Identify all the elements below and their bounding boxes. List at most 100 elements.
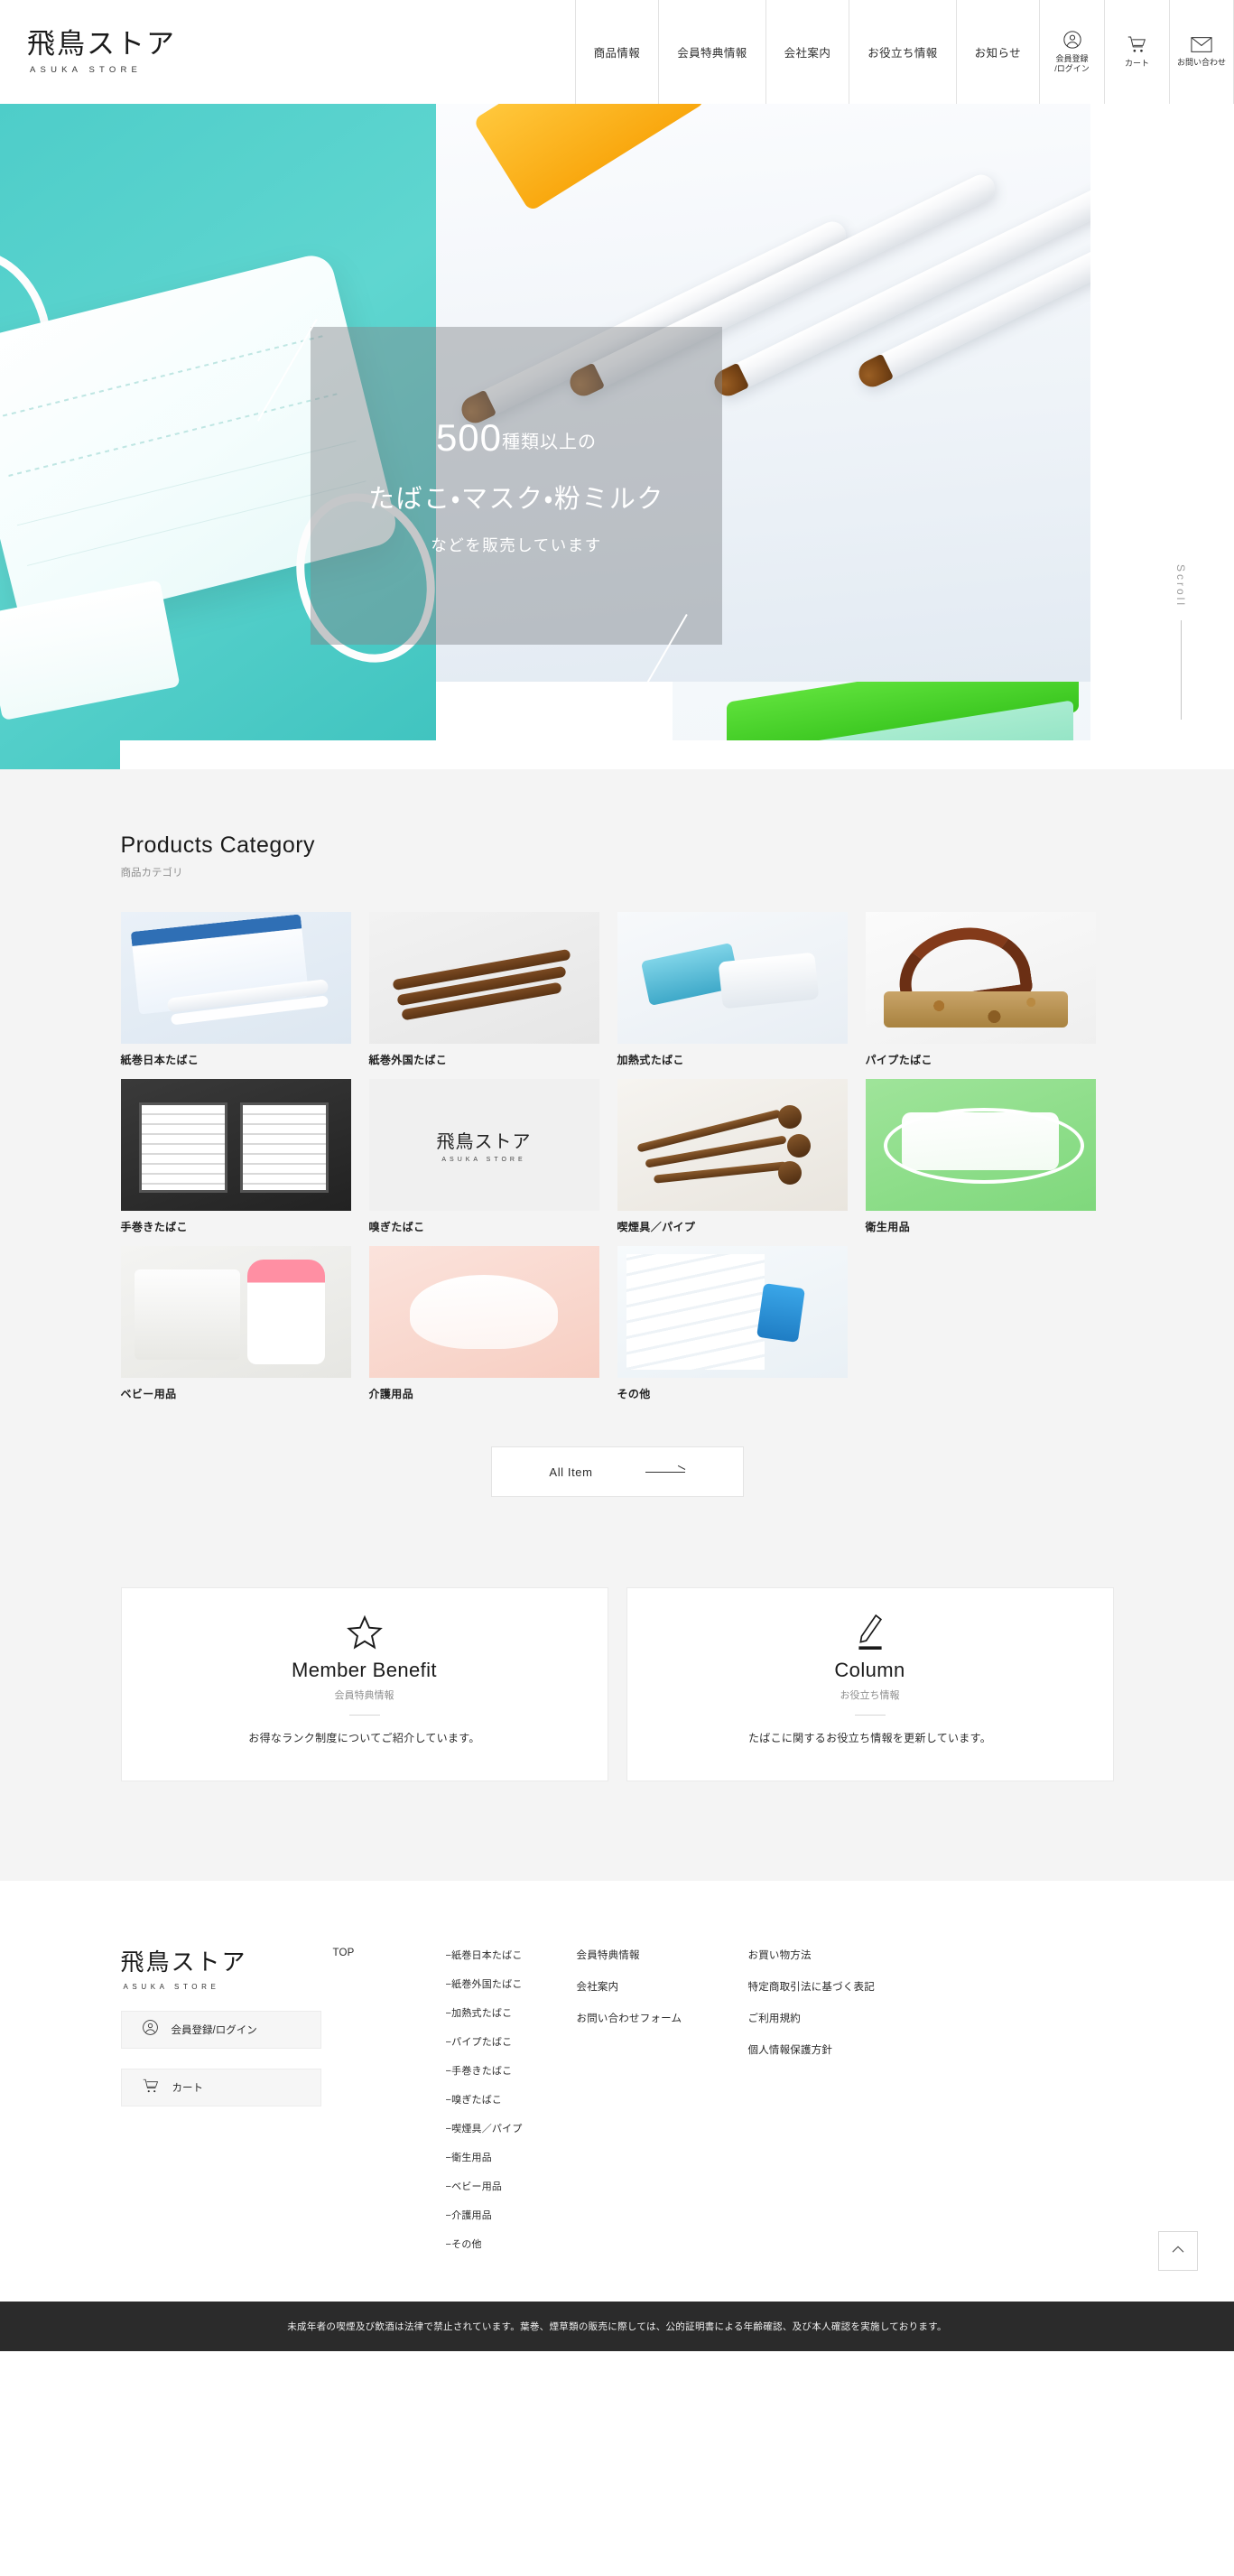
footer-link-shopping-guide[interactable]: お買い物方法 bbox=[748, 1948, 947, 1962]
feature-card-column[interactable]: Column お役立ち情報 たばこに関するお役立ち情報を更新しています。 bbox=[626, 1587, 1114, 1781]
category-card-paper-foreign[interactable]: 紙巻外国たばこ bbox=[368, 912, 599, 1067]
category-label: パイプたばこ bbox=[865, 1054, 932, 1066]
category-grid: 紙巻日本たばこ 紙巻外国たばこ 加熱式たばこ パイプたばこ 手巻きたばこ 飛鳥ス… bbox=[120, 912, 1114, 1401]
category-card-baby[interactable]: ベビー用品 bbox=[120, 1246, 351, 1401]
products-subtitle: 商品カテゴリ bbox=[120, 868, 183, 879]
feature-cards: Member Benefit 会員特典情報 お得なランク制度についてご紹介してい… bbox=[120, 1587, 1114, 1881]
category-card-pipe-tobacco[interactable]: パイプたばこ bbox=[865, 912, 1096, 1067]
site-logo[interactable]: 飛鳥ストア ASUKA STORE bbox=[0, 0, 406, 104]
category-thumbnail bbox=[368, 1246, 599, 1378]
category-card-hygiene[interactable]: 衛生用品 bbox=[865, 1079, 1096, 1234]
footer-link-category[interactable]: −嗅ぎたばこ bbox=[446, 2092, 577, 2106]
disclaimer-text: 未成年者の喫煙及び飲酒は法律で禁止されています。葉巻、煙草類の販売に際しては、公… bbox=[287, 2321, 947, 2332]
mail-icon bbox=[1191, 36, 1212, 53]
footer-link-member-benefits[interactable]: 会員特典情報 bbox=[577, 1948, 748, 1962]
arrow-right-icon bbox=[645, 1471, 685, 1473]
nav-item-news[interactable]: お知らせ bbox=[955, 0, 1039, 104]
all-item-label: All Item bbox=[549, 1465, 593, 1479]
category-label: 紙巻外国たばこ bbox=[368, 1054, 448, 1066]
category-thumbnail bbox=[120, 1079, 351, 1211]
feature-card-member-benefit[interactable]: Member Benefit 会員特典情報 お得なランク制度についてご紹介してい… bbox=[120, 1587, 608, 1781]
scroll-line bbox=[1180, 620, 1182, 721]
hero-headline-1: 500種類以上の bbox=[435, 415, 598, 459]
main-navigation: 商品情報 会員特典情報 会社案内 お役立ち情報 お知らせ 会員登録/ログイン カ… bbox=[574, 0, 1234, 104]
footer-link-privacy[interactable]: 個人情報保護方針 bbox=[748, 2042, 947, 2057]
category-label: 手巻きたばこ bbox=[120, 1221, 188, 1233]
scroll-indicator: Scroll bbox=[1174, 564, 1187, 721]
footer-brand: 飛鳥ストア ASUKA STORE 会員登録/ログイン カート bbox=[120, 1944, 333, 2265]
category-card-other[interactable]: その他 bbox=[617, 1246, 848, 1401]
nav-item-products[interactable]: 商品情報 bbox=[574, 0, 659, 104]
footer-link-company[interactable]: 会社案内 bbox=[577, 1979, 748, 1994]
header-cart-button[interactable]: カート bbox=[1104, 0, 1169, 104]
footer-link-category[interactable]: −衛生用品 bbox=[446, 2150, 577, 2164]
footer-link-category[interactable]: −喫煙具／パイプ bbox=[446, 2121, 577, 2135]
category-label: その他 bbox=[617, 1388, 651, 1400]
nav-item-company[interactable]: 会社案内 bbox=[765, 0, 849, 104]
footer-link-category[interactable]: −手巻きたばこ bbox=[446, 2063, 577, 2078]
hero-text-panel: 500種類以上の たばこ・マスク・粉ミルク などを販売しています bbox=[311, 327, 722, 645]
category-label: 加熱式たばこ bbox=[617, 1054, 684, 1066]
category-card-nursing[interactable]: 介護用品 bbox=[368, 1246, 599, 1401]
all-item-button[interactable]: All Item bbox=[490, 1446, 744, 1497]
feature-divider bbox=[348, 1715, 380, 1716]
nav-item-member-benefits[interactable]: 会員特典情報 bbox=[658, 0, 765, 104]
feature-title: Member Benefit bbox=[292, 1659, 437, 1681]
scroll-label: Scroll bbox=[1174, 564, 1187, 609]
footer-link-category[interactable]: −加熱式たばこ bbox=[446, 2005, 577, 2020]
category-card-paper-jp[interactable]: 紙巻日本たばこ bbox=[120, 912, 351, 1067]
products-heading-block: Products Category 商品カテゴリ bbox=[121, 832, 1114, 879]
category-card-snuff[interactable]: 飛鳥ストア ASUKA STORE 嗅ぎたばこ bbox=[368, 1079, 599, 1234]
footer-link-category[interactable]: −紙巻日本たばこ bbox=[446, 1948, 577, 1962]
footer-link-category[interactable]: −紙巻外国たばこ bbox=[446, 1976, 577, 1991]
footer-login-button[interactable]: 会員登録/ログイン bbox=[120, 2011, 321, 2049]
category-card-heated[interactable]: 加熱式たばこ bbox=[617, 912, 848, 1067]
back-to-top-button[interactable] bbox=[1158, 2231, 1198, 2271]
cart-icon bbox=[1127, 34, 1147, 54]
footer-link-legal-notice[interactable]: 特定商取引法に基づく表記 bbox=[748, 1979, 947, 1994]
category-card-smoking-goods[interactable]: 喫煙具／パイプ bbox=[617, 1079, 848, 1234]
feature-subtitle: お役立ち情報 bbox=[840, 1690, 900, 1701]
category-thumbnail bbox=[865, 912, 1096, 1044]
category-label: 紙巻日本たばこ bbox=[120, 1054, 199, 1066]
products-title: Products Category bbox=[120, 832, 316, 858]
logo-text-sub: ASUKA STORE bbox=[30, 64, 143, 75]
footer-link-category[interactable]: −介護用品 bbox=[446, 2208, 577, 2222]
footer-link-category[interactable]: −パイプたばこ bbox=[446, 2034, 577, 2049]
chevron-up-icon bbox=[1172, 2243, 1184, 2259]
feature-description: お得なランク制度についてご紹介しています。 bbox=[248, 1732, 480, 1744]
nav-item-column[interactable]: お役立ち情報 bbox=[849, 0, 955, 104]
cigarette-filter-band bbox=[472, 104, 707, 212]
footer-logo[interactable]: 飛鳥ストア ASUKA STORE bbox=[121, 1944, 333, 1991]
footer-cart-button[interactable]: カート bbox=[120, 2069, 321, 2106]
products-section: Products Category 商品カテゴリ 紙巻日本たばこ 紙巻外国たばこ… bbox=[0, 769, 1234, 1881]
footer-column-categories: −紙巻日本たばこ −紙巻外国たばこ −加熱式たばこ −パイプたばこ −手巻きたば… bbox=[446, 1944, 577, 2265]
brand-tile-main: 飛鳥ストア bbox=[436, 1132, 532, 1152]
feature-title: Column bbox=[834, 1659, 905, 1681]
site-footer: 飛鳥ストア ASUKA STORE 会員登録/ログイン カート TOP −紙巻日… bbox=[0, 1881, 1234, 2302]
header-contact-button[interactable]: お問い合わせ bbox=[1169, 0, 1234, 104]
brand-tile-sub: ASUKA STORE bbox=[441, 1157, 526, 1163]
user-icon bbox=[1062, 30, 1082, 50]
category-thumbnail bbox=[617, 1246, 848, 1378]
category-label: 嗅ぎたばこ bbox=[368, 1221, 425, 1233]
hero-white-gutter bbox=[1090, 104, 1234, 769]
category-label: 喫煙具／パイプ bbox=[617, 1221, 696, 1233]
footer-login-label: 会員登録/ログイン bbox=[171, 2025, 257, 2036]
feature-subtitle: 会員特典情報 bbox=[334, 1690, 394, 1701]
user-icon bbox=[142, 2019, 159, 2041]
header-cart-label: カート bbox=[1124, 59, 1149, 69]
header-login-button[interactable]: 会員登録/ログイン bbox=[1039, 0, 1104, 104]
all-item-wrapper: All Item bbox=[121, 1401, 1114, 1587]
pencil-icon bbox=[855, 1612, 886, 1653]
footer-link-category[interactable]: −その他 bbox=[446, 2237, 577, 2251]
star-icon bbox=[346, 1612, 384, 1653]
hero-section: 500種類以上の たばこ・マスク・粉ミルク などを販売しています Scroll … bbox=[0, 104, 1234, 769]
footer-link-contact-form[interactable]: お問い合わせフォーム bbox=[577, 2011, 748, 2025]
footer-link-top[interactable]: TOP bbox=[333, 1948, 446, 1958]
footer-link-terms[interactable]: ご利用規約 bbox=[748, 2011, 947, 2025]
footer-link-category[interactable]: −ベビー用品 bbox=[446, 2179, 577, 2193]
category-card-rolling[interactable]: 手巻きたばこ bbox=[120, 1079, 351, 1234]
category-thumbnail bbox=[865, 1079, 1096, 1211]
hero-headline-2: たばこ・マスク・粉ミルク bbox=[368, 484, 664, 514]
